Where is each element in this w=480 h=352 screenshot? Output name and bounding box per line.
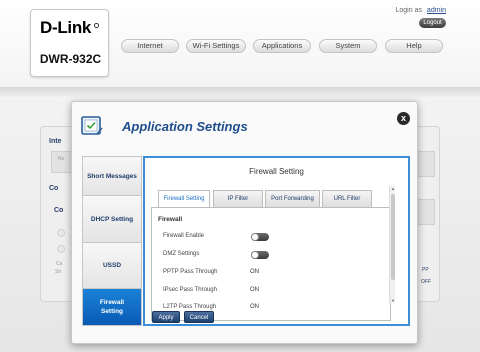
nav-tab-system[interactable]: System [319,39,377,53]
background-strip [0,87,480,97]
bg-section-connection-sub: Co [54,207,64,214]
cancel-button[interactable]: Cancel [184,311,214,323]
bg-tag: OFF [421,279,431,285]
field-label-dmz-settings: DMZ Settings [163,251,200,257]
bg-box [417,199,435,225]
field-label-ipsec: IPsec Pass Through [163,287,217,293]
scroll-up-icon[interactable]: ▲ [390,186,396,191]
field-label-pptp: PPTP Pass Through [163,269,218,275]
brand-dot-icon [94,23,99,28]
login-text: Login as [395,7,422,14]
bg-radio [57,229,65,237]
settings-sidebar: Short Messages DHCP Setting USSD Firewal… [82,156,142,326]
field-label-firewall-enable: Firewall Enable [163,233,205,239]
firewall-setting-panel: Firewall Setting Firewall Setting IP Fil… [143,156,410,326]
nav-tab-wifi-settings[interactable]: Wi-Fi Settings [186,39,246,53]
tab-url-filter[interactable]: URL Filter [322,190,372,208]
section-title: Firewall [158,216,183,223]
apply-button[interactable]: Apply [152,311,180,323]
logout-button[interactable]: Logout [419,18,446,28]
nav-tab-help[interactable]: Help [385,39,443,53]
bg-radio [57,245,65,253]
brand-name: D-Link [40,18,92,37]
nav-tab-internet[interactable]: Internet [121,39,179,53]
sidebar-item-short-messages[interactable]: Short Messages [83,157,141,196]
field-label-l2tp: L2TP Pass Through [163,304,217,310]
dmz-settings-toggle[interactable] [251,251,269,259]
toggle-knob [251,251,259,259]
admin-link[interactable]: admin [427,7,446,14]
content-scrollbar[interactable]: ▲ ▼ [389,186,395,303]
tab-port-forwarding[interactable]: Port Forwarding [265,190,320,208]
bg-tag: PP [422,267,429,273]
bg-section-connection: Co [49,185,59,192]
settings-checklist-icon [81,116,103,135]
toggle-knob [251,233,259,241]
tab-firewall-setting[interactable]: Firewall Setting [158,190,210,208]
scroll-thumb[interactable] [391,194,395,280]
tab-ip-filter[interactable]: IP Filter [213,190,263,208]
scroll-down-icon[interactable]: ▼ [390,298,396,303]
sidebar-item-ussd[interactable]: USSD [83,243,141,289]
bg-small-text: No [58,156,65,162]
field-value-l2tp: ON [250,304,259,310]
firewall-tab-content: Firewall Firewall Enable DMZ Settings PP… [151,207,391,321]
bg-box [417,151,435,177]
sidebar-item-firewall-setting[interactable]: Firewall Setting [83,289,141,326]
brand-logo: D-Link DWR-932C [30,9,109,77]
field-value-ipsec: ON [250,287,259,293]
bg-section-internet: Inte [49,138,62,145]
bg-small-text: Str [55,269,62,275]
close-button[interactable]: x [397,112,410,125]
login-info: Login as admin [396,7,447,14]
firewall-enable-toggle[interactable] [251,233,269,241]
dialog-title: Application Settings [122,119,248,134]
bg-small-text: Ca [56,261,63,267]
model-name: DWR-932C [39,52,102,66]
nav-tab-applications[interactable]: Applications [253,39,311,53]
panel-title: Firewall Setting [249,167,304,176]
application-settings-dialog: Application Settings x Short Messages DH… [71,101,418,344]
field-value-pptp: ON [250,269,259,275]
sidebar-item-dhcp-setting[interactable]: DHCP Setting [83,196,141,243]
